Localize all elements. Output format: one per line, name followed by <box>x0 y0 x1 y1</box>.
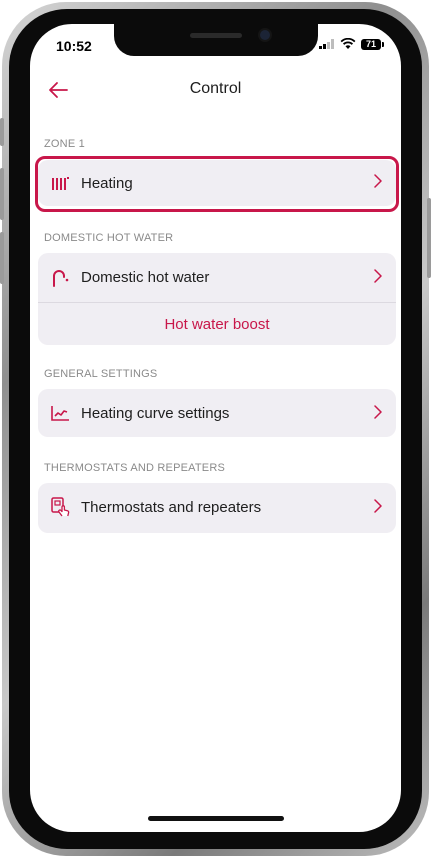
battery-icon: 71 <box>361 38 384 50</box>
card-general: Heating curve settings <box>38 389 396 437</box>
section-label-general: GENERAL SETTINGS <box>44 368 158 380</box>
wifi-icon <box>340 38 356 49</box>
chevron-right-icon <box>374 174 382 188</box>
heating-label: Heating <box>81 175 133 192</box>
faucet-icon <box>53 270 69 287</box>
page-title: Control <box>189 80 242 97</box>
phone-silent-switch <box>0 118 4 146</box>
heating-row[interactable]: Heating <box>38 160 396 206</box>
radiator-icon <box>52 177 69 190</box>
domestic-hot-water-row[interactable]: Domestic hot water <box>38 253 396 301</box>
section-label-dhw: DOMESTIC HOT WATER <box>44 232 174 244</box>
chevron-right-icon <box>374 405 382 419</box>
status-time: 10:52 <box>56 38 92 54</box>
app-header: Control <box>30 70 401 110</box>
notch <box>114 24 318 56</box>
speaker-grille <box>190 33 242 38</box>
card-dhw: Domestic hot water Hot water boost <box>38 253 396 345</box>
status-icons: 71 <box>319 38 384 50</box>
app-screen: 10:52 71 Control ZONE 1 Heating DOMESTIC… <box>30 24 401 832</box>
front-camera <box>260 30 270 40</box>
domestic-hot-water-label: Domestic hot water <box>81 269 210 286</box>
thermostats-label: Thermostats and repeaters <box>81 499 262 516</box>
divider <box>38 302 396 303</box>
heating-curve-row[interactable]: Heating curve settings <box>38 389 396 437</box>
card-thermostats: Thermostats and repeaters <box>38 483 396 533</box>
phone-volume-down <box>0 232 4 284</box>
card-zone1: Heating <box>35 156 399 212</box>
chevron-right-icon <box>374 499 382 513</box>
thermostat-device-icon <box>51 497 70 517</box>
phone-volume-up <box>0 168 4 220</box>
section-label-thermostats: THERMOSTATS AND REPEATERS <box>44 462 226 474</box>
hot-water-boost-button[interactable]: Hot water boost <box>38 316 396 333</box>
signal-icon <box>319 39 334 49</box>
home-indicator[interactable] <box>148 816 284 821</box>
phone-power-button <box>427 198 431 278</box>
thermostats-row[interactable]: Thermostats and repeaters <box>38 483 396 533</box>
chevron-right-icon <box>374 269 382 283</box>
curve-chart-icon <box>51 406 69 421</box>
heating-curve-label: Heating curve settings <box>81 405 230 422</box>
section-label-zone1: ZONE 1 <box>44 138 85 150</box>
